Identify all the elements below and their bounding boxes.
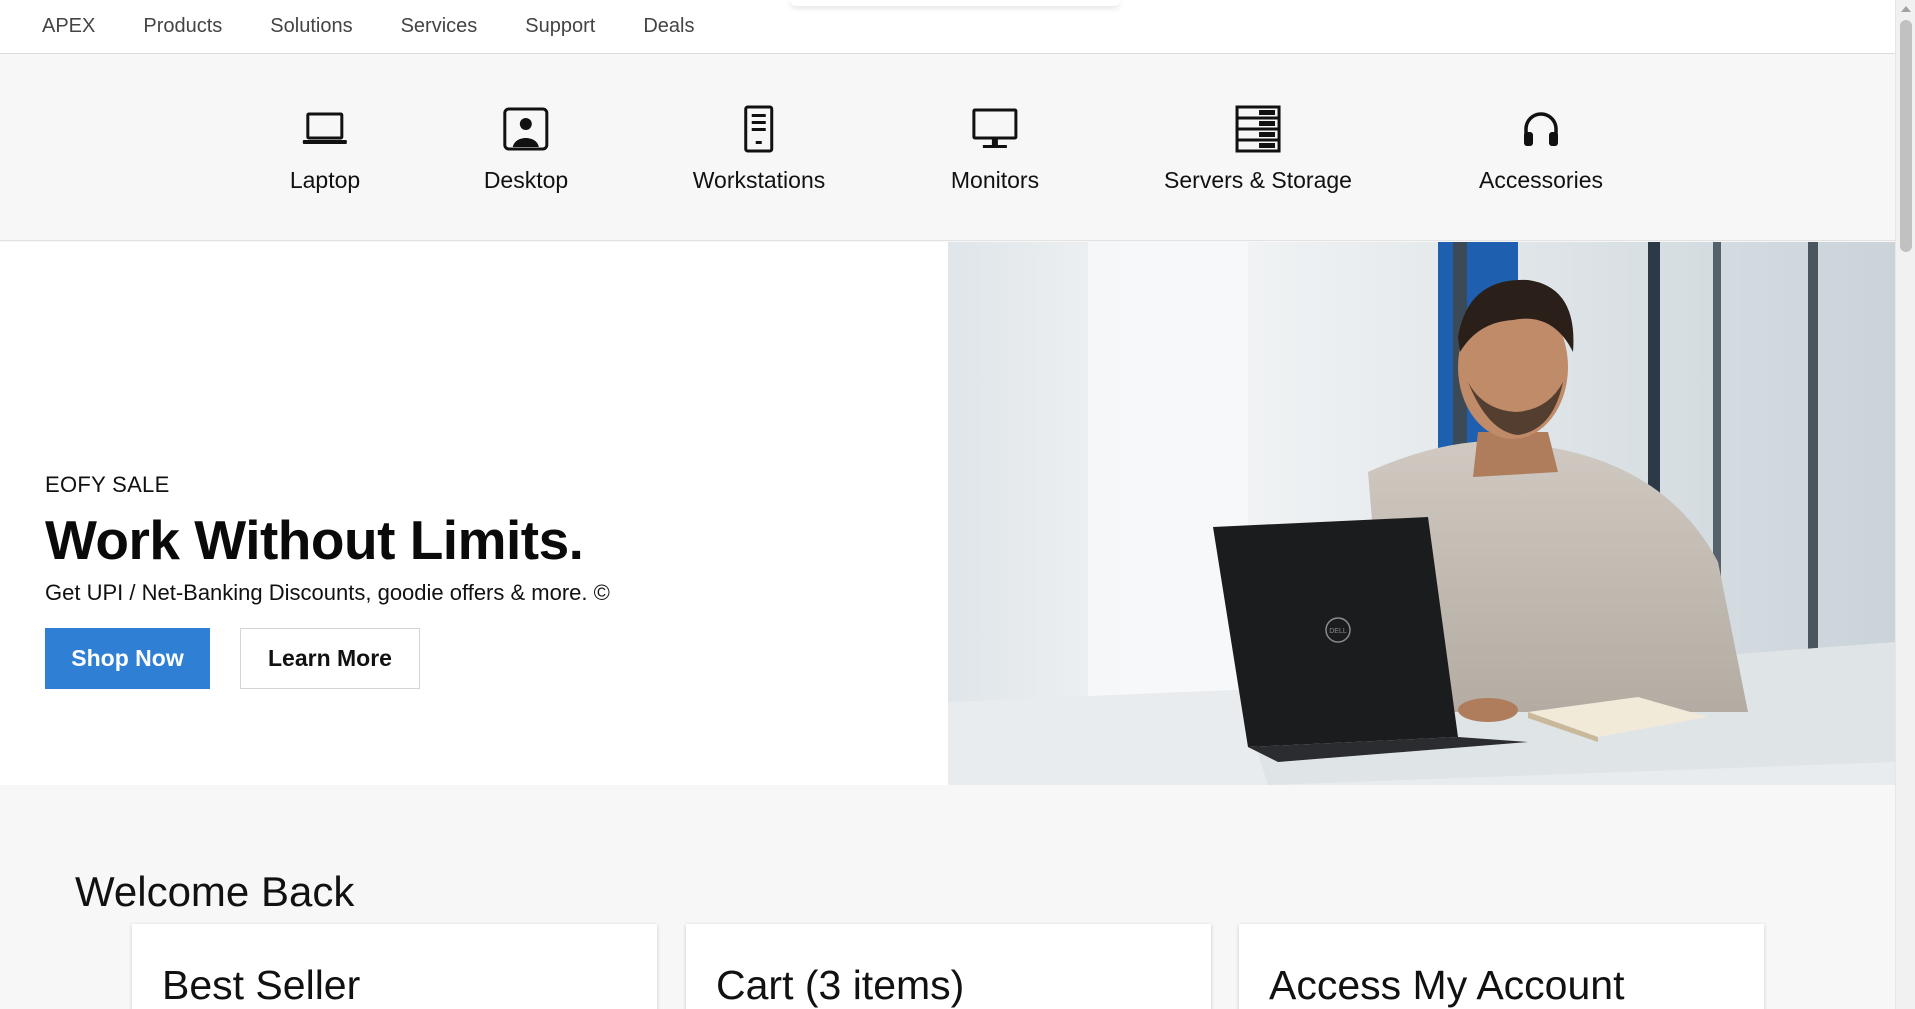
nav-shadow-decoration: [790, 0, 1120, 6]
hero-text: EOFY SALE Work Without Limits. Get UPI /…: [45, 472, 610, 689]
nav-solutions[interactable]: Solutions: [270, 15, 352, 38]
account-card[interactable]: Access My Account: [1239, 924, 1764, 1009]
hero-banner: EOFY SALE Work Without Limits. Get UPI /…: [0, 242, 1895, 785]
category-label: Laptop: [289, 167, 361, 193]
nav-products[interactable]: Products: [143, 15, 222, 38]
scrollbar-thumb[interactable]: [1900, 20, 1912, 252]
card-title: Access My Account: [1269, 962, 1625, 1008]
category-label: Desktop: [483, 167, 569, 193]
vertical-scrollbar[interactable]: [1895, 0, 1915, 1009]
category-monitors[interactable]: Monitors: [951, 103, 1039, 194]
hero-headline: Work Without Limits.: [45, 509, 584, 571]
welcome-title: Welcome Back: [75, 868, 355, 915]
laptop-logo: DELL: [1329, 628, 1347, 635]
nav-services[interactable]: Services: [401, 15, 478, 38]
hero-photo: DELL: [948, 242, 1895, 785]
cart-card[interactable]: Cart (3 items): [686, 924, 1211, 1009]
category-workstations[interactable]: Workstations: [692, 103, 826, 194]
category-servers-storage[interactable]: Servers & Storage: [1164, 103, 1352, 194]
scroll-up-arrow-icon[interactable]: [1901, 6, 1911, 12]
category-label: Workstations: [692, 167, 826, 193]
category-label: Servers & Storage: [1164, 167, 1352, 193]
man-with-laptop-illustration: DELL: [948, 242, 1895, 785]
category-desktop[interactable]: Desktop: [484, 103, 568, 194]
best-seller-card[interactable]: Best Seller: [132, 924, 657, 1009]
category-label: Monitors: [950, 167, 1040, 193]
hero-eyebrow: EOFY SALE: [45, 472, 170, 497]
page: APEX Products Solutions Services Support…: [0, 0, 1915, 1009]
shop-now-button[interactable]: Shop Now: [45, 628, 210, 689]
server-rack-icon: [1232, 103, 1284, 155]
category-label: Accessories: [1479, 167, 1603, 193]
monitor-icon: [969, 103, 1021, 155]
nav-support[interactable]: Support: [525, 15, 595, 38]
workstation-tower-icon: [733, 103, 785, 155]
learn-more-button[interactable]: Learn More: [240, 628, 420, 689]
category-laptop[interactable]: Laptop: [290, 103, 360, 194]
laptop-icon: [299, 103, 351, 155]
card-title: Best Seller: [162, 962, 361, 1008]
hero-subline: Get UPI / Net-Banking Discounts, goodie …: [45, 580, 610, 605]
hero-buttons: Shop Now Learn More: [45, 628, 610, 689]
category-bar: Laptop Desktop Workstations Monitors Ser: [0, 55, 1895, 241]
top-nav: APEX Products Solutions Services Support…: [0, 0, 1895, 54]
nav-deals[interactable]: Deals: [643, 15, 694, 38]
nav-apex[interactable]: APEX: [42, 15, 95, 38]
card-title: Cart (3 items): [716, 962, 965, 1008]
category-accessories[interactable]: Accessories: [1479, 103, 1603, 194]
headphones-icon: [1515, 103, 1567, 155]
desktop-icon: [500, 103, 552, 155]
